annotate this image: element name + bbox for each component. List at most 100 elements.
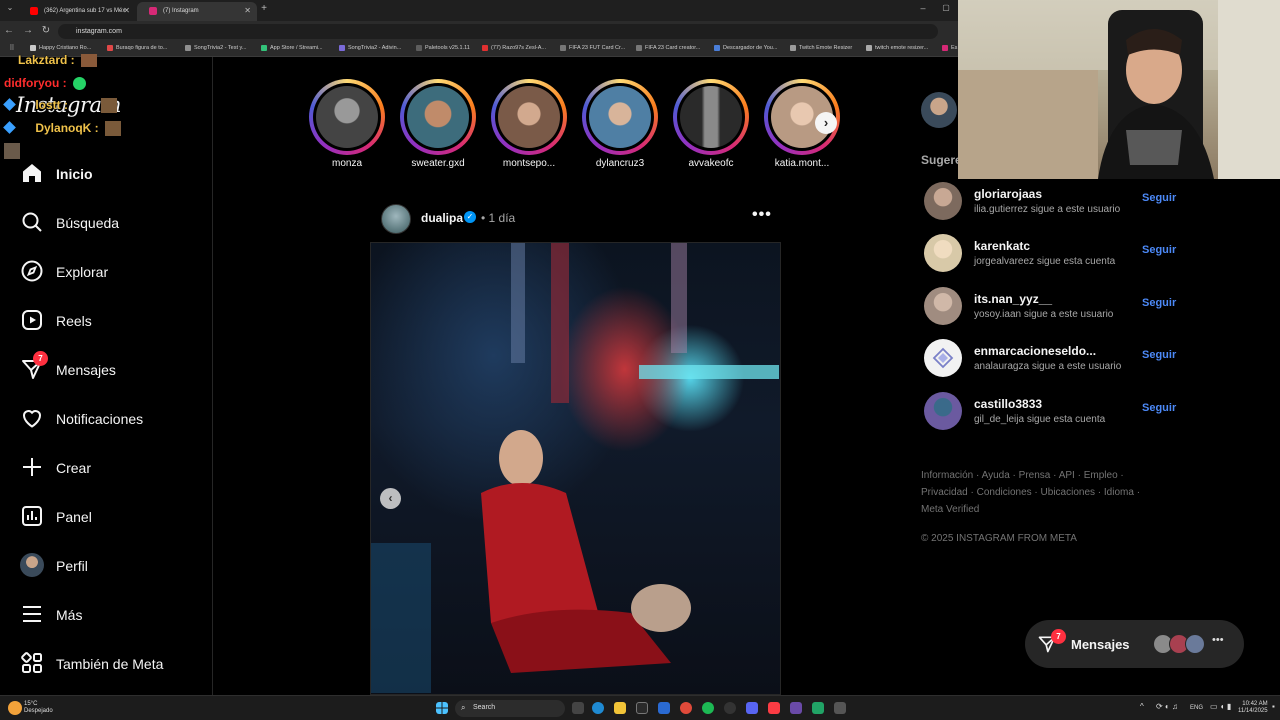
bookmark[interactable]: FIFA 23 FUT Card Cr... — [560, 45, 625, 51]
edge-icon[interactable] — [592, 702, 604, 714]
discord-icon[interactable] — [746, 702, 758, 714]
url-field[interactable]: instagram.com — [58, 24, 938, 39]
footer-link[interactable]: Empleo — [1084, 470, 1118, 481]
sidebar-item-notificaciones[interactable]: Notificaciones — [20, 406, 205, 432]
footer-link[interactable]: API — [1059, 470, 1075, 481]
music-icon[interactable] — [768, 702, 780, 714]
footer-link[interactable]: Privacidad — [921, 487, 968, 498]
bookmark[interactable]: SongTrivia2 - Adivin... — [339, 45, 401, 51]
footer-link[interactable]: Información — [921, 470, 973, 481]
stories-next-button[interactable]: › — [815, 112, 837, 134]
language-indicator[interactable]: ENG — [1190, 705, 1203, 711]
post-author-avatar[interactable] — [381, 204, 411, 234]
file-explorer-icon[interactable] — [614, 702, 626, 714]
footer-link[interactable]: Prensa — [1019, 470, 1051, 481]
suggestion-avatar[interactable] — [924, 234, 962, 272]
suggestion-username[interactable]: castillo3833 — [974, 397, 1042, 411]
current-user-avatar[interactable] — [921, 92, 957, 128]
post-image[interactable] — [370, 242, 781, 695]
sidebar-item-tambien-de-meta[interactable]: También de Meta — [20, 651, 205, 677]
bookmark[interactable]: Buraqo figura de to... — [107, 45, 167, 51]
spotify-icon[interactable] — [702, 702, 714, 714]
bookmark[interactable]: (77) Razo97s Zesl-A... — [482, 45, 546, 51]
more-options-icon[interactable]: ••• — [752, 206, 772, 224]
follow-button[interactable]: Seguir — [1142, 244, 1176, 256]
sidebar-item-mensajes[interactable]: 7 Mensajes — [20, 351, 205, 383]
apps-grid-icon[interactable]: ⠿ — [6, 44, 18, 52]
new-tab-icon[interactable]: + — [258, 3, 270, 14]
tray-icons[interactable]: ⟳ ◐ ♫ — [1156, 702, 1178, 711]
sidebar-item-inicio[interactable]: Inicio — [20, 161, 205, 187]
close-tab-icon[interactable]: ✕ — [244, 6, 251, 15]
sidebar-item-explorar[interactable]: Explorar — [20, 259, 205, 285]
forward-icon[interactable]: → — [22, 25, 34, 36]
footer-link[interactable]: Ubicaciones — [1041, 487, 1095, 498]
notification-icon[interactable]: ▪ — [1272, 702, 1275, 711]
sidebar-item-crear[interactable]: Crear — [20, 455, 205, 481]
bookmark[interactable]: Twitch Emote Resizer — [790, 45, 852, 51]
bookmark[interactable]: SongTrivia2 - Test y... — [185, 45, 246, 51]
follow-button[interactable]: Seguir — [1142, 297, 1176, 309]
suggestion-avatar[interactable] — [924, 339, 962, 377]
excel-icon[interactable] — [812, 702, 824, 714]
store-icon[interactable] — [636, 702, 648, 714]
messages-floating-button[interactable]: 7 Mensajes ••• — [1025, 620, 1244, 668]
tab-menu-icon[interactable]: ⌄ — [4, 3, 16, 12]
footer-link[interactable]: Condiciones — [977, 487, 1032, 498]
story-item[interactable]: monza — [308, 79, 388, 173]
address-bar-row: ← → ↻ instagram.com — [0, 21, 960, 42]
sidebar-item-panel[interactable]: Panel — [20, 504, 205, 530]
maximize-icon[interactable]: ▢ — [940, 3, 952, 12]
post-username[interactable]: dualipa — [421, 211, 463, 225]
task-view-icon[interactable] — [572, 702, 584, 714]
suggestion-username[interactable]: gloriarojaas — [974, 187, 1042, 201]
chrome-icon[interactable] — [680, 702, 692, 714]
footer-link[interactable]: Ayuda — [982, 470, 1010, 481]
story-item[interactable]: avvakeofc — [672, 79, 752, 173]
bookmark[interactable]: Descargador de You... — [714, 45, 777, 51]
more-icon[interactable]: ••• — [1212, 634, 1224, 646]
suggestion-avatar[interactable] — [924, 182, 962, 220]
close-tab-icon[interactable]: ✕ — [123, 6, 130, 15]
suggestion-username[interactable]: enmarcacioneseldo... — [974, 344, 1096, 358]
story-item[interactable]: montsepo... — [490, 79, 570, 173]
post-previous-button[interactable]: ‹ — [380, 488, 401, 509]
tab-instagram[interactable]: (7) Instagram ✕ — [137, 2, 257, 21]
follow-button[interactable]: Seguir — [1142, 402, 1176, 414]
tray-chevron-icon[interactable]: ^ — [1140, 702, 1144, 711]
follow-button[interactable]: Seguir — [1142, 192, 1176, 204]
follow-button[interactable]: Seguir — [1142, 349, 1176, 361]
bookmark[interactable]: FIFA 23 Card creator... — [636, 45, 700, 51]
network-volume-icons[interactable]: ▭ ◖ ▮ — [1210, 702, 1231, 711]
windows-start-icon[interactable] — [436, 702, 448, 714]
bookmark[interactable]: twitch emote resizer... — [866, 45, 928, 51]
suggestion-avatar[interactable] — [924, 287, 962, 325]
clock[interactable]: 10:42 AM 11/14/2025 — [1238, 701, 1268, 715]
bookmark[interactable]: App Store / Streami... — [261, 45, 323, 51]
app-icon[interactable] — [834, 702, 846, 714]
footer-link[interactable]: Meta Verified — [921, 504, 979, 515]
bookmark[interactable]: Paletools v25.1.11 — [416, 45, 470, 51]
minimize-icon[interactable]: – — [917, 3, 929, 13]
bookmark[interactable]: Happy Cristiano Ro... — [30, 45, 91, 51]
reload-icon[interactable]: ↻ — [40, 25, 52, 36]
app-icon[interactable] — [724, 702, 736, 714]
app-icon[interactable] — [790, 702, 802, 714]
story-item[interactable]: sweater.gxd — [399, 79, 479, 173]
sidebar-item-perfil[interactable]: Perfil — [20, 553, 205, 579]
story-item[interactable]: dylancruz3 — [581, 79, 661, 173]
sidebar-item-reels[interactable]: Reels — [20, 308, 205, 334]
suggestion-username[interactable]: karenkatc — [974, 239, 1030, 253]
tab-youtube[interactable]: (362) Argentina sub 17 vs Méx ✕ — [18, 2, 136, 21]
weather-widget[interactable]: 15°C Despejado — [24, 701, 53, 715]
taskbar-search[interactable]: ⌕ Search — [455, 700, 565, 717]
mail-icon[interactable] — [658, 702, 670, 714]
suggestion-subtitle: jorgealvareez sigue esta cuenta — [974, 256, 1116, 267]
sidebar-item-busqueda[interactable]: Búsqueda — [20, 210, 205, 236]
suggestion-username[interactable]: its.nan_yyz__ — [974, 292, 1052, 306]
sidebar-item-mas[interactable]: Más — [20, 602, 205, 628]
footer-link[interactable]: Idioma — [1104, 487, 1134, 498]
back-icon[interactable]: ← — [3, 25, 15, 36]
bookmark[interactable]: Es — [942, 45, 957, 51]
suggestion-avatar[interactable] — [924, 392, 962, 430]
